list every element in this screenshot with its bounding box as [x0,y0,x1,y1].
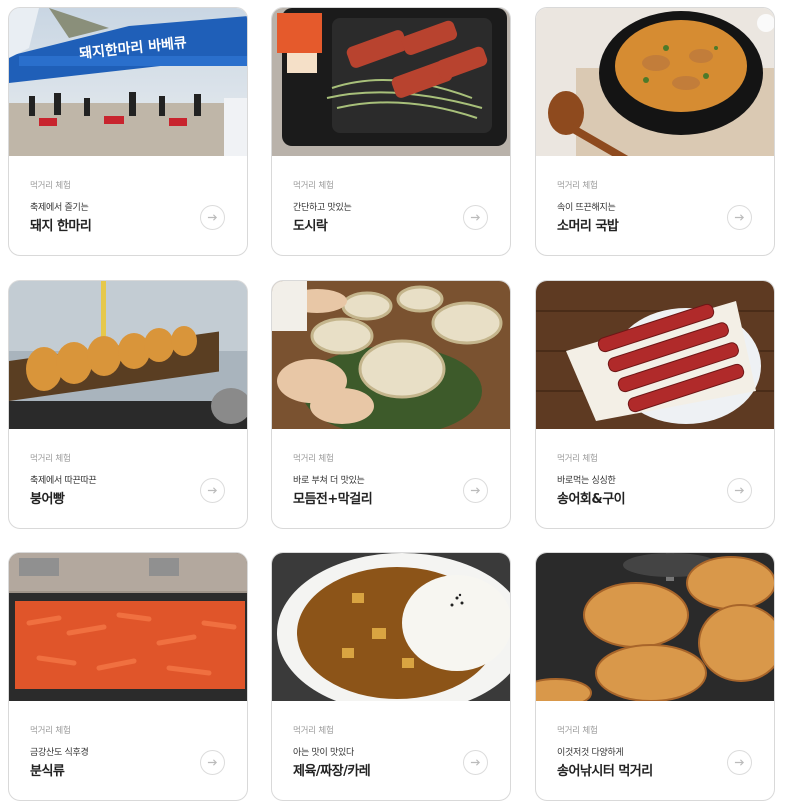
card-category: 먹거리 체험 [293,181,334,191]
card-title: 송어회&구이 [557,492,626,507]
card-category: 먹거리 체험 [557,726,598,736]
food-card-fishing-food[interactable]: 먹거리 체험 이것저것 다양하게 송어낚시터 먹거리 [535,552,775,801]
arrow-right-icon[interactable] [200,205,225,230]
curry-rice-photo [272,553,510,701]
card-subtitle: 바로먹는 싱싱한 [557,476,616,486]
food-card-fish-bread[interactable]: 먹거리 체험 축제에서 따끈따끈 붕어빵 [8,280,248,529]
card-category: 먹거리 체험 [30,726,71,736]
card-subtitle: 속이 뜨끈해지는 [557,203,616,213]
card-category: 먹거리 체험 [557,181,598,191]
card-subtitle: 축제에서 따끈따끈 [30,476,97,486]
arrow-right-icon[interactable] [200,750,225,775]
beef-soup-photo [536,8,774,156]
hotteok-photo [536,553,774,701]
card-title: 송어낚시터 먹거리 [557,764,653,779]
card-category: 먹거리 체험 [30,454,71,464]
arrow-right-icon[interactable] [727,478,752,503]
card-category: 먹거리 체험 [293,726,334,736]
grilled-trout-photo [536,281,774,429]
card-title: 제육/짜장/카레 [293,764,371,779]
food-card-jeon-makgeolli[interactable]: 먹거리 체험 바로 부쳐 더 맛있는 모듬전+막걸리 [271,280,511,529]
card-title: 붕어빵 [30,492,65,507]
food-card-lunchbox[interactable]: 먹거리 체험 간단하고 맛있는 도시락 [271,7,511,256]
card-subtitle: 금강산도 식후경 [30,748,89,758]
card-category: 먹거리 체험 [30,181,71,191]
makgeolli-jeon-photo [272,281,510,429]
card-subtitle: 간단하고 맛있는 [293,203,352,213]
card-subtitle: 바로 부쳐 더 맛있는 [293,476,365,486]
card-title: 소머리 국밥 [557,219,619,234]
card-subtitle: 이것저것 다양하게 [557,748,624,758]
food-experience-grid: 돼지한마리 바베큐 먹거리 체험 축제에서 즐기는 돼지 한마리 먹거리 체험 … [0,0,785,810]
card-title: 도시락 [293,219,328,234]
card-category: 먹거리 체험 [293,454,334,464]
card-title: 분식류 [30,764,65,779]
arrow-right-icon[interactable] [463,478,488,503]
card-title: 모듬전+막걸리 [293,492,373,507]
food-card-rice-dishes[interactable]: 먹거리 체험 아는 맛이 맛있다 제육/짜장/카레 [271,552,511,801]
fish-bread-photo [9,281,247,429]
food-card-snacks[interactable]: 먹거리 체험 금강산도 식후경 분식류 [8,552,248,801]
pork-lunchbox-photo [272,8,510,156]
card-title: 돼지 한마리 [30,219,92,234]
arrow-right-icon[interactable] [200,478,225,503]
food-card-trout[interactable]: 먹거리 체험 바로먹는 싱싱한 송어회&구이 [535,280,775,529]
arrow-right-icon[interactable] [727,205,752,230]
arrow-right-icon[interactable] [727,750,752,775]
card-subtitle: 축제에서 즐기는 [30,203,89,213]
card-subtitle: 아는 맛이 맛있다 [293,748,354,758]
tteokbokki-photo [9,553,247,701]
tent-bbq-photo: 돼지한마리 바베큐 [9,8,247,156]
food-card-beef-soup[interactable]: 먹거리 체험 속이 뜨끈해지는 소머리 국밥 [535,7,775,256]
card-category: 먹거리 체험 [557,454,598,464]
arrow-right-icon[interactable] [463,205,488,230]
food-card-pork-bbq[interactable]: 돼지한마리 바베큐 먹거리 체험 축제에서 즐기는 돼지 한마리 [8,7,248,256]
arrow-right-icon[interactable] [463,750,488,775]
